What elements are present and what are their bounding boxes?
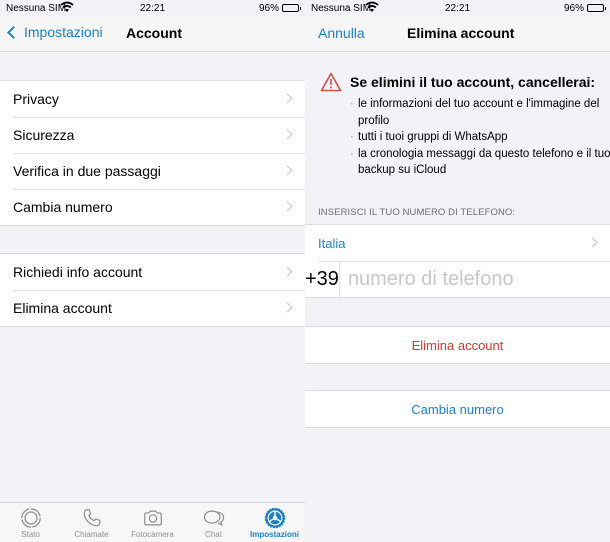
tab-status[interactable]: Stato bbox=[0, 503, 61, 542]
navigation-bar: Impostazioni Account bbox=[0, 16, 305, 52]
status-bar: Nessuna SIM 22:21 96% bbox=[0, 0, 305, 16]
cancel-button[interactable]: Annulla bbox=[318, 25, 365, 41]
warning-list: le informazioni del tuo account e l'imma… bbox=[350, 96, 610, 179]
phone-number-input[interactable] bbox=[339, 261, 610, 297]
menu-item-delete-account[interactable]: Elimina account bbox=[0, 290, 305, 326]
menu-item-security[interactable]: Sicurezza bbox=[0, 117, 305, 153]
tab-settings[interactable]: Impostazioni bbox=[244, 503, 305, 542]
country-code: +39 bbox=[305, 262, 340, 297]
menu-item-label: Elimina account bbox=[13, 300, 112, 316]
battery-icon bbox=[282, 4, 301, 12]
chevron-right-icon bbox=[282, 129, 293, 140]
country-selector[interactable]: Italia bbox=[305, 225, 610, 261]
phone-section-label: INSERISCI IL TUO NUMERO DI TELEFONO: bbox=[318, 207, 516, 218]
menu-item-label: Sicurezza bbox=[13, 127, 75, 143]
menu-item-privacy[interactable]: Privacy bbox=[0, 81, 305, 117]
tab-label: Stato bbox=[21, 530, 40, 539]
chevron-left-icon bbox=[7, 25, 20, 39]
tab-camera[interactable]: Fotocamera bbox=[122, 503, 183, 542]
chevron-right-icon bbox=[587, 237, 598, 248]
menu-item-change-number[interactable]: Cambia numero bbox=[0, 189, 305, 225]
chevron-right-icon bbox=[282, 201, 293, 212]
gear-icon bbox=[264, 507, 285, 529]
tab-label: Chat bbox=[205, 530, 222, 539]
page-title: Account bbox=[126, 25, 182, 41]
phone-number-row: +39 bbox=[305, 261, 610, 297]
phone-icon bbox=[83, 509, 100, 527]
battery-icon bbox=[587, 4, 606, 12]
chat-bubbles-icon bbox=[203, 510, 224, 527]
menu-item-two-step-verification[interactable]: Verifica in due passaggi bbox=[0, 153, 305, 189]
warning-item: tutti i tuoi gruppi di WhatsApp bbox=[350, 129, 610, 146]
tab-label: Chiamate bbox=[74, 530, 109, 539]
battery-percent: 96% bbox=[563, 3, 584, 14]
chevron-right-icon bbox=[282, 165, 293, 176]
tab-calls[interactable]: Chiamate bbox=[61, 503, 122, 542]
warning-item: le informazioni del tuo account e l'imma… bbox=[350, 96, 610, 129]
tab-label: Impostazioni bbox=[250, 530, 299, 539]
warning-heading: Se elimini il tuo account, cancellerai: bbox=[350, 74, 596, 90]
camera-icon bbox=[143, 510, 162, 526]
status-icon bbox=[20, 508, 41, 528]
phone-entry-group: Italia +39 bbox=[305, 224, 610, 298]
menu-item-label: Verifica in due passaggi bbox=[13, 163, 161, 179]
chevron-right-icon bbox=[282, 302, 293, 313]
back-label: Impostazioni bbox=[24, 24, 103, 40]
delete-button-group: Elimina account bbox=[305, 326, 610, 364]
country-name: Italia bbox=[318, 235, 346, 251]
chevron-right-icon bbox=[282, 266, 293, 277]
menu-item-label: Richiedi info account bbox=[13, 264, 143, 280]
page-title: Elimina account bbox=[407, 25, 515, 41]
status-bar: Nessuna SIM 22:21 96% bbox=[305, 0, 610, 16]
delete-account-button[interactable]: Elimina account bbox=[305, 327, 610, 363]
tab-bar: Stato Chiamate Fotocamera Chat Impostazi… bbox=[0, 502, 305, 542]
back-button[interactable]: Impostazioni bbox=[6, 24, 103, 40]
menu-item-label: Cambia numero bbox=[13, 199, 113, 215]
delete-account-screen: Nessuna SIM 22:21 96% Annulla Elimina ac… bbox=[305, 0, 610, 542]
menu-item-request-account-info[interactable]: Richiedi info account bbox=[0, 254, 305, 290]
tab-label: Fotocamera bbox=[131, 530, 174, 539]
change-number-button[interactable]: Cambia numero bbox=[305, 391, 610, 427]
warning-triangle-icon bbox=[320, 72, 342, 92]
account-settings-group: Privacy Sicurezza Verifica in due passag… bbox=[0, 80, 305, 226]
tab-chats[interactable]: Chat bbox=[183, 503, 244, 542]
navigation-bar: Annulla Elimina account bbox=[305, 16, 610, 52]
account-data-group: Richiedi info account Elimina account bbox=[0, 253, 305, 327]
change-number-button-group: Cambia numero bbox=[305, 390, 610, 428]
account-screen: Nessuna SIM 22:21 96% Impostazioni Accou… bbox=[0, 0, 305, 542]
battery-percent: 96% bbox=[258, 3, 279, 14]
menu-item-label: Privacy bbox=[13, 91, 59, 107]
warning-item: la cronologia messaggi da questo telefon… bbox=[350, 146, 610, 179]
chevron-right-icon bbox=[282, 93, 293, 104]
